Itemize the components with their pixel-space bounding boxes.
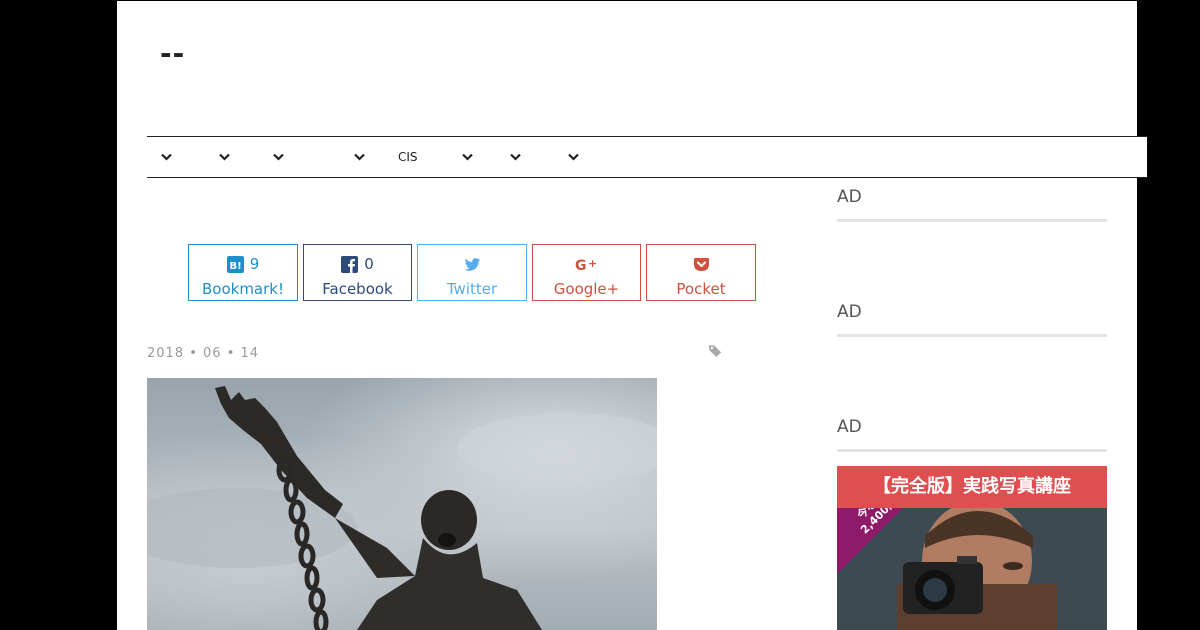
facebook-share-button[interactable]: 0 Facebook xyxy=(303,244,412,301)
hatena-label: Bookmark! xyxy=(201,280,284,298)
svg-text:B!: B! xyxy=(229,261,241,272)
google-plus-label: Google+ xyxy=(553,280,620,298)
post-date: 2018 • 06 • 14 xyxy=(147,346,260,361)
chevron-down-icon xyxy=(510,153,521,161)
facebook-label: Facebook xyxy=(322,280,393,298)
hatena-icon: B! xyxy=(226,255,244,273)
svg-text:G: G xyxy=(575,258,587,273)
facebook-count: 0 xyxy=(364,255,374,273)
chevron-down-icon xyxy=(568,153,579,161)
tag-icon[interactable] xyxy=(708,344,722,358)
sidebar-ad-label: AD xyxy=(837,416,1107,452)
pocket-share-button[interactable]: Pocket xyxy=(646,244,756,301)
photo-course-banner[interactable]: 今なら 2,400円 【完全版】実践写真講座 xyxy=(837,466,1107,630)
nav-item-4[interactable] xyxy=(354,137,365,177)
google-plus-share-button[interactable]: G + Google+ xyxy=(532,244,641,301)
hatena-count: 9 xyxy=(249,255,260,273)
nav-item-cis[interactable]: CIS xyxy=(398,137,473,177)
google-plus-icon: G + xyxy=(575,257,597,273)
twitter-icon xyxy=(464,257,480,271)
post-hero-image[interactable] xyxy=(147,378,657,630)
twitter-share-button[interactable]: Twitter xyxy=(417,244,527,301)
sidebar-ad-label: AD xyxy=(837,301,1107,337)
nav-item-6[interactable] xyxy=(510,137,521,177)
global-nav: CIS xyxy=(147,136,1147,178)
chevron-down-icon xyxy=(273,153,284,161)
sidebar-ad-label: AD xyxy=(837,186,1107,222)
nav-item-7[interactable] xyxy=(568,137,579,177)
svg-text:+: + xyxy=(588,257,597,270)
chevron-down-icon xyxy=(461,153,473,161)
site-title[interactable]: -- xyxy=(160,39,185,69)
chevron-down-icon xyxy=(354,153,365,161)
nav-item-label: CIS xyxy=(398,150,418,164)
facebook-icon xyxy=(341,255,359,273)
nav-item-3[interactable] xyxy=(273,137,284,177)
banner-headline: 【完全版】実践写真講座 xyxy=(837,466,1107,508)
nav-item-2[interactable] xyxy=(219,137,230,177)
hatena-bookmark-button[interactable]: B! 9 Bookmark! xyxy=(188,244,298,301)
pocket-icon xyxy=(693,257,709,271)
chevron-down-icon xyxy=(219,153,230,161)
pocket-label: Pocket xyxy=(676,280,726,298)
twitter-label: Twitter xyxy=(446,280,498,298)
nav-item-1[interactable] xyxy=(161,137,172,177)
chevron-down-icon xyxy=(161,153,172,161)
